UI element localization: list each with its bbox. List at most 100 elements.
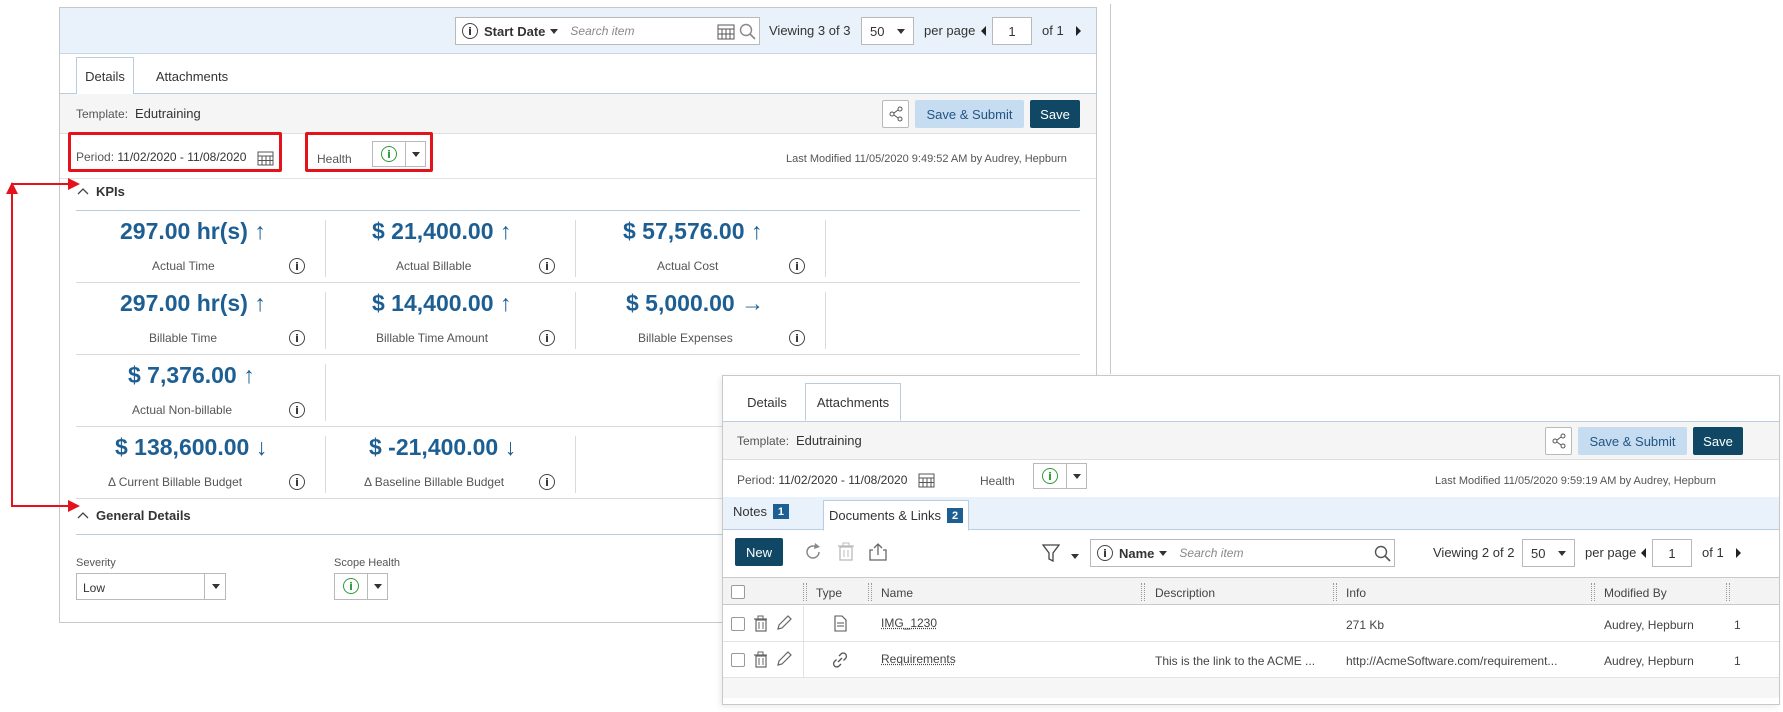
subtab-documents-links[interactable]: Documents & Links 2: [823, 500, 969, 531]
page-number-input[interactable]: 1: [992, 17, 1032, 45]
export-icon[interactable]: [869, 542, 887, 562]
health-select[interactable]: i: [1033, 463, 1087, 489]
attachment-name-link[interactable]: Requirements: [881, 652, 956, 666]
tab-details[interactable]: Details: [735, 383, 799, 421]
info-icon[interactable]: i: [1097, 545, 1113, 561]
delete-icon[interactable]: [753, 651, 768, 668]
column-header-modified-by[interactable]: Modified By: [1604, 586, 1667, 600]
chevron-down-icon[interactable]: [550, 28, 559, 34]
prev-page-icon[interactable]: [981, 26, 986, 36]
chevron-down-icon: [212, 584, 220, 589]
period-field[interactable]: Period: 11/02/2020 - 11/08/2020: [737, 473, 907, 487]
divider: [825, 292, 826, 349]
share-icon: [889, 106, 902, 122]
chevron-down-icon[interactable]: [1159, 550, 1168, 556]
last-modified: Last Modified 11/05/2020 9:59:19 AM by A…: [1435, 475, 1716, 487]
search-field-label[interactable]: Name: [1119, 546, 1154, 561]
severity-select[interactable]: Low: [76, 573, 226, 600]
share-button[interactable]: [882, 100, 909, 128]
page-number-input[interactable]: 1: [1652, 539, 1692, 567]
trend-up-icon: ↑: [243, 362, 255, 388]
chevron-down-icon: [897, 28, 905, 34]
edit-icon[interactable]: [776, 651, 792, 667]
column-resizer[interactable]: [803, 583, 807, 601]
column-resizer[interactable]: [1333, 583, 1337, 601]
trend-up-icon: ↑: [499, 290, 512, 316]
calendar-icon[interactable]: [717, 23, 735, 40]
health-status-icon: i: [343, 578, 359, 594]
calendar-icon[interactable]: [918, 472, 935, 488]
column-resizer[interactable]: [1726, 583, 1730, 601]
refresh-icon[interactable]: [803, 542, 823, 562]
prev-page-icon[interactable]: [1641, 548, 1646, 558]
edit-icon[interactable]: [776, 615, 792, 631]
general-details-section-title[interactable]: General Details: [96, 508, 191, 523]
search-box[interactable]: i Name Search item: [1090, 539, 1395, 567]
chevron-down-icon: [374, 584, 382, 589]
severity-label: Severity: [76, 557, 116, 569]
info-icon[interactable]: i: [462, 23, 478, 39]
row-checkbox[interactable]: [731, 653, 745, 667]
search-box[interactable]: i Start Date Search item: [455, 17, 760, 45]
attachment-name-link[interactable]: IMG_1230: [881, 616, 937, 630]
kpis-section-title[interactable]: KPIs: [96, 184, 125, 199]
search-input[interactable]: Search item: [570, 24, 634, 38]
chevron-down-icon[interactable]: [1071, 554, 1079, 559]
delete-icon[interactable]: [753, 615, 768, 632]
link-icon: [832, 652, 848, 668]
column-header-name[interactable]: Name: [881, 586, 913, 600]
info-icon[interactable]: i: [539, 474, 555, 490]
period-label: Period:: [737, 473, 776, 487]
info-icon[interactable]: i: [539, 258, 555, 274]
table-row[interactable]: IMG_1230 271 Kb Audrey, Hepburn 1: [723, 606, 1779, 642]
info-icon[interactable]: i: [789, 258, 805, 274]
save-submit-button[interactable]: Save & Submit: [1578, 427, 1687, 455]
kpi-value: $ 14,400.00 ↑: [372, 290, 512, 316]
template-bar: Template: Edutraining Save & Submit Save: [723, 422, 1779, 460]
row-checkbox[interactable]: [731, 617, 745, 631]
page-size-select[interactable]: 50: [861, 17, 914, 45]
scope-health-select[interactable]: i: [334, 573, 388, 600]
info-icon[interactable]: i: [289, 258, 305, 274]
kpi-value: $ -21,400.00 ↓: [369, 434, 517, 460]
save-button[interactable]: Save: [1693, 427, 1743, 455]
tab-details[interactable]: Details: [76, 57, 134, 95]
info-icon[interactable]: i: [289, 474, 305, 490]
tab-attachments[interactable]: Attachments: [144, 57, 240, 95]
divider: [76, 354, 1080, 355]
tab-attachments[interactable]: Attachments: [805, 383, 901, 421]
window-edge: [1110, 4, 1111, 374]
save-submit-button[interactable]: Save & Submit: [915, 100, 1024, 128]
search-icon[interactable]: [1374, 545, 1392, 563]
next-page-icon[interactable]: [1076, 26, 1081, 36]
info-icon[interactable]: i: [789, 330, 805, 346]
viewing-count: Viewing 3 of 3: [769, 23, 851, 38]
column-header-description[interactable]: Description: [1155, 586, 1215, 600]
info-icon[interactable]: i: [539, 330, 555, 346]
share-button[interactable]: [1545, 427, 1572, 455]
column-header-info[interactable]: Info: [1346, 586, 1366, 600]
next-page-icon[interactable]: [1736, 548, 1741, 558]
search-input[interactable]: Search item: [1179, 546, 1243, 560]
divider: [575, 436, 576, 493]
kpi-label: Actual Cost: [657, 259, 719, 273]
subtab-notes[interactable]: Notes 1: [733, 504, 789, 519]
new-button[interactable]: New: [735, 538, 783, 566]
column-header-type[interactable]: Type: [816, 586, 842, 600]
column-resizer[interactable]: [868, 583, 872, 601]
search-field-label[interactable]: Start Date: [484, 24, 545, 39]
kpi-label: Δ Current Billable Budget: [108, 475, 243, 489]
page-size-select[interactable]: 50: [1522, 539, 1575, 567]
column-resizer[interactable]: [1141, 583, 1145, 601]
column-resizer[interactable]: [1591, 583, 1595, 601]
select-all-checkbox[interactable]: [731, 585, 745, 599]
save-button[interactable]: Save: [1030, 100, 1080, 128]
info-icon[interactable]: i: [289, 402, 305, 418]
table-row[interactable]: Requirements This is the link to the ACM…: [723, 642, 1779, 678]
info-icon[interactable]: i: [289, 330, 305, 346]
grid-toolbar: i Start Date Search item Viewing 3 of 3 …: [60, 8, 1096, 54]
health-highlight: [305, 132, 433, 172]
search-icon[interactable]: [739, 23, 757, 41]
kpi-label: Actual Non-billable: [132, 403, 233, 417]
filter-icon[interactable]: [1042, 544, 1060, 562]
